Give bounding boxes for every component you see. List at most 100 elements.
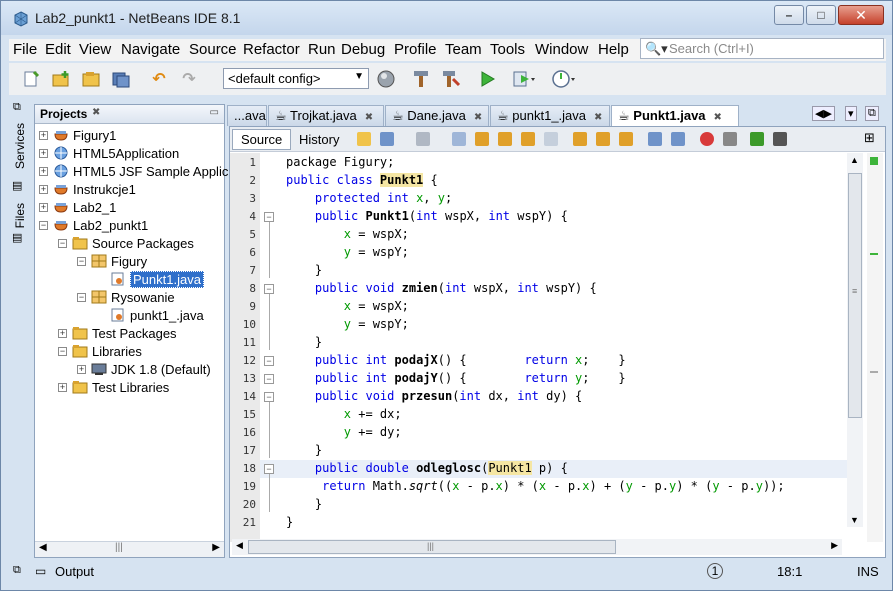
search-icon[interactable]: 🔍▾: [645, 41, 668, 57]
close-icon[interactable]: ✖: [474, 112, 482, 123]
expand-icon[interactable]: +: [77, 364, 86, 374]
notifications-icon[interactable]: 1: [707, 563, 723, 579]
tab-files[interactable]: Files: [13, 203, 27, 228]
editor-horizontal-scrollbar[interactable]: ◀ ||| ▶: [232, 539, 842, 555]
menu-navigate[interactable]: Navigate: [121, 41, 180, 58]
uncomment-icon[interactable]: [773, 132, 787, 146]
close-icon[interactable]: ✖: [714, 112, 722, 123]
output-window-icon[interactable]: ▭: [35, 564, 46, 578]
scroll-right-icon[interactable]: ▶: [212, 542, 220, 553]
back-icon[interactable]: [380, 132, 394, 146]
next-bookmark-icon[interactable]: [596, 132, 610, 146]
menu-tools[interactable]: Tools: [490, 41, 525, 58]
collapse-icon[interactable]: −: [77, 256, 86, 266]
tree-item[interactable]: + Test Packages: [58, 324, 177, 342]
code-line[interactable]: }: [286, 263, 322, 281]
code-line[interactable]: x = wspX;: [286, 299, 409, 317]
previous-bookmark-icon[interactable]: [573, 132, 587, 146]
new-project-icon[interactable]: [49, 68, 73, 90]
tree-item[interactable]: + HTML5Application: [39, 144, 179, 162]
tab-trojkat[interactable]: ☕ Trojkat.java ✖: [268, 105, 384, 126]
profile-icon[interactable]: [551, 68, 575, 90]
tree-item[interactable]: + HTML5 JSF Sample Applic: [39, 162, 228, 180]
tree-item[interactable]: + Figury1: [39, 126, 116, 144]
code-line[interactable]: public class Punkt1 {: [286, 173, 438, 191]
code-line[interactable]: public void przesun(int dx, int dy) {: [286, 389, 582, 407]
tree-item[interactable]: − Figury: [77, 252, 147, 270]
clean-build-icon[interactable]: [439, 68, 463, 90]
source-view-button[interactable]: Source: [232, 129, 292, 150]
close-icon[interactable]: ✖: [92, 107, 100, 118]
tab-punkt1-underscore[interactable]: ☕ punkt1_.java ✖: [490, 105, 610, 126]
code-area[interactable]: package Figury; public class Punkt1 { pro…: [286, 153, 846, 542]
code-line[interactable]: x = wspX;: [286, 227, 409, 245]
stripe-mark[interactable]: [870, 253, 878, 255]
scroll-left-icon[interactable]: ◀: [236, 540, 243, 551]
tree-item[interactable]: + JDK 1.8 (Default): [77, 360, 211, 378]
tab-punkt1[interactable]: ☕ Punkt1.java ✖: [611, 105, 739, 126]
code-line[interactable]: }: [286, 515, 293, 533]
scroll-up-icon[interactable]: ▲: [850, 155, 859, 165]
stop-macro-icon[interactable]: [723, 132, 737, 146]
tab-services[interactable]: Services: [13, 123, 27, 169]
code-line[interactable]: y = wspY;: [286, 245, 409, 263]
collapse-icon[interactable]: −: [58, 238, 67, 248]
open-project-icon[interactable]: [79, 68, 103, 90]
output-tab[interactable]: Output: [55, 564, 94, 579]
code-line[interactable]: return Math.sqrt((x - p.x) * (x - p.x) +…: [286, 479, 785, 497]
forward-icon[interactable]: [416, 132, 430, 146]
code-line[interactable]: }: [286, 335, 322, 353]
code-line[interactable]: y += dy;: [286, 425, 402, 443]
code-line[interactable]: }: [286, 443, 322, 461]
undo-icon[interactable]: ↶: [147, 68, 171, 90]
editor-vertical-scrollbar[interactable]: ▲ ≡ ▼: [847, 153, 863, 527]
error-stripe[interactable]: [867, 153, 883, 542]
record-macro-icon[interactable]: [700, 132, 714, 146]
build-icon[interactable]: [409, 68, 433, 90]
menu-source[interactable]: Source: [189, 41, 237, 58]
menu-debug[interactable]: Debug: [341, 41, 385, 58]
stripe-mark[interactable]: [870, 371, 878, 373]
collapse-icon[interactable]: −: [264, 284, 274, 294]
expand-icon[interactable]: +: [39, 202, 48, 212]
collapse-icon[interactable]: −: [264, 392, 274, 402]
collapse-icon[interactable]: −: [39, 220, 48, 230]
tab-list-icon[interactable]: ▾: [845, 106, 857, 121]
expand-icon[interactable]: +: [39, 184, 48, 194]
minimize-panel-icon[interactable]: ▭: [210, 107, 219, 118]
toggle-bookmark-icon[interactable]: [619, 132, 633, 146]
expand-icon[interactable]: +: [58, 382, 67, 392]
save-all-icon[interactable]: [109, 68, 133, 90]
code-line[interactable]: protected int x, y;: [286, 191, 452, 209]
menu-help[interactable]: Help: [598, 41, 629, 58]
toggle-highlight-icon[interactable]: [521, 132, 535, 146]
code-line[interactable]: y = wspY;: [286, 317, 409, 335]
scroll-down-icon[interactable]: ▼: [850, 515, 859, 525]
scroll-right-icon[interactable]: ▶: [831, 540, 838, 551]
expand-icon[interactable]: +: [39, 130, 48, 140]
menu-profile[interactable]: Profile: [394, 41, 437, 58]
menu-view[interactable]: View: [79, 41, 111, 58]
tree-item[interactable]: Punkt1.java: [96, 270, 204, 288]
tab-ava[interactable]: ...ava: [227, 105, 267, 126]
collapse-icon[interactable]: −: [58, 346, 67, 356]
tree-item[interactable]: + Test Libraries: [58, 378, 169, 396]
close-button[interactable]: ✕: [838, 5, 884, 25]
menu-window[interactable]: Window: [535, 41, 588, 58]
shift-right-icon[interactable]: [671, 132, 685, 146]
scrollbar-thumb[interactable]: |||: [248, 540, 616, 554]
new-file-icon[interactable]: [19, 68, 43, 90]
code-line[interactable]: public double odleglosc(Punkt1 p) {: [286, 461, 568, 479]
projects-horizontal-scrollbar[interactable]: ◀ ||| ▶: [35, 541, 224, 557]
maximize-button[interactable]: □: [806, 5, 836, 25]
code-line[interactable]: public void zmien(int wspX, int wspY) {: [286, 281, 597, 299]
code-line[interactable]: public int podajX() { return x; }: [286, 353, 626, 371]
maximize-editor-icon[interactable]: ⧉: [865, 106, 879, 121]
run-icon[interactable]: [475, 68, 499, 90]
tree-item[interactable]: + Lab2_1: [39, 198, 116, 216]
code-line[interactable]: public Punkt1(int wspX, int wspY) {: [286, 209, 568, 227]
tree-item[interactable]: − Lab2_punkt1: [39, 216, 148, 234]
shift-left-icon[interactable]: [648, 132, 662, 146]
scroll-left-icon[interactable]: ◀: [39, 542, 47, 553]
search-field[interactable]: 🔍▾ Search (Ctrl+I): [640, 38, 884, 59]
